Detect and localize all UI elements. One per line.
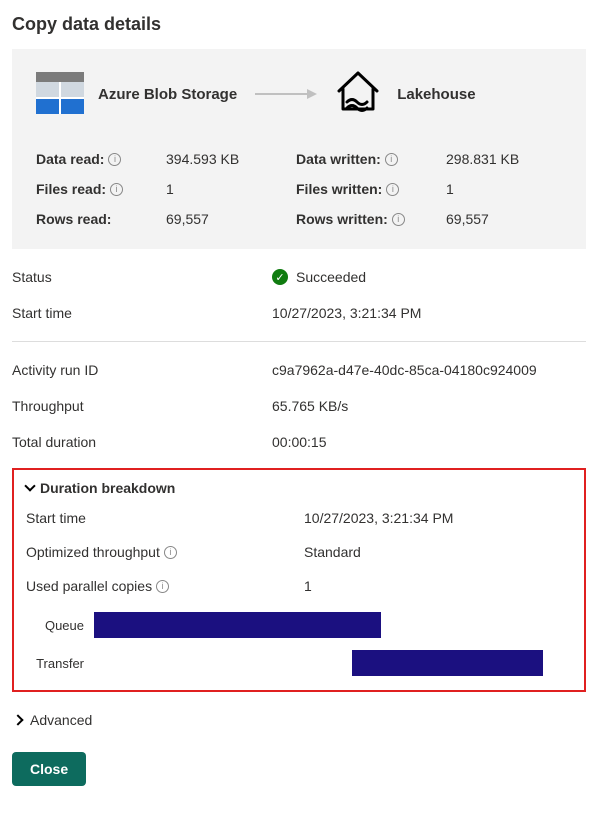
azure-blob-icon <box>36 72 84 116</box>
close-button[interactable]: Close <box>12 752 86 786</box>
info-icon[interactable]: i <box>385 153 398 166</box>
info-icon[interactable]: i <box>156 580 169 593</box>
throughput-label: Throughput <box>12 398 272 414</box>
rows-written-value: 69,557 <box>446 211 562 227</box>
data-read-label: Data read:i <box>36 151 156 167</box>
source-label: Azure Blob Storage <box>98 86 237 103</box>
parallel-copies-label: Used parallel copies i <box>26 578 304 594</box>
files-written-label: Files written:i <box>296 181 436 197</box>
rows-read-label: Rows read: <box>36 211 156 227</box>
divider <box>12 341 586 342</box>
transfer-bar-label: Transfer <box>26 656 94 671</box>
data-written-value: 298.831 KB <box>446 151 562 167</box>
parallel-copies-value: 1 <box>304 578 572 594</box>
info-icon[interactable]: i <box>110 183 123 196</box>
queue-bar <box>94 612 572 638</box>
total-duration-label: Total duration <box>12 434 272 450</box>
rows-read-value: 69,557 <box>166 211 286 227</box>
queue-bar-label: Queue <box>26 618 94 633</box>
summary-box: Azure Blob Storage Lakehouse Data read:i… <box>12 49 586 249</box>
page-title: Copy data details <box>12 14 586 35</box>
optimized-throughput-label: Optimized throughput i <box>26 544 304 560</box>
source-endpoint: Azure Blob Storage <box>36 72 237 116</box>
start-time-label: Start time <box>12 305 272 321</box>
info-icon[interactable]: i <box>386 183 399 196</box>
throughput-value: 65.765 KB/s <box>272 398 586 414</box>
status-label: Status <box>12 269 272 285</box>
duration-breakdown-section: Duration breakdown Start time 10/27/2023… <box>12 468 586 692</box>
breakdown-start-time-value: 10/27/2023, 3:21:34 PM <box>304 510 572 526</box>
chevron-right-icon <box>12 714 23 725</box>
target-endpoint: Lakehouse <box>333 67 475 121</box>
check-icon: ✓ <box>272 269 288 285</box>
start-time-value: 10/27/2023, 3:21:34 PM <box>272 305 586 321</box>
breakdown-start-time-label: Start time <box>26 510 304 526</box>
lakehouse-icon <box>333 67 383 121</box>
advanced-section-toggle[interactable]: Advanced <box>14 712 586 728</box>
info-icon[interactable]: i <box>164 546 177 559</box>
transfer-bar <box>94 650 572 676</box>
files-read-value: 1 <box>166 181 286 197</box>
duration-breakdown-header[interactable]: Duration breakdown <box>26 480 572 496</box>
target-label: Lakehouse <box>397 86 475 103</box>
data-written-label: Data written:i <box>296 151 436 167</box>
status-value: ✓ Succeeded <box>272 269 586 285</box>
info-icon[interactable]: i <box>392 213 405 226</box>
info-icon[interactable]: i <box>108 153 121 166</box>
rows-written-label: Rows written:i <box>296 211 436 227</box>
arrow-icon <box>255 93 315 95</box>
total-duration-value: 00:00:15 <box>272 434 586 450</box>
files-read-label: Files read:i <box>36 181 156 197</box>
data-read-value: 394.593 KB <box>166 151 286 167</box>
activity-run-id-label: Activity run ID <box>12 362 272 378</box>
duration-breakdown-chart: Queue Transfer <box>26 612 572 676</box>
activity-run-id-value: c9a7962a-d47e-40dc-85ca-04180c924009 <box>272 362 586 378</box>
optimized-throughput-value: Standard <box>304 544 572 560</box>
chevron-down-icon <box>24 480 35 491</box>
files-written-value: 1 <box>446 181 562 197</box>
